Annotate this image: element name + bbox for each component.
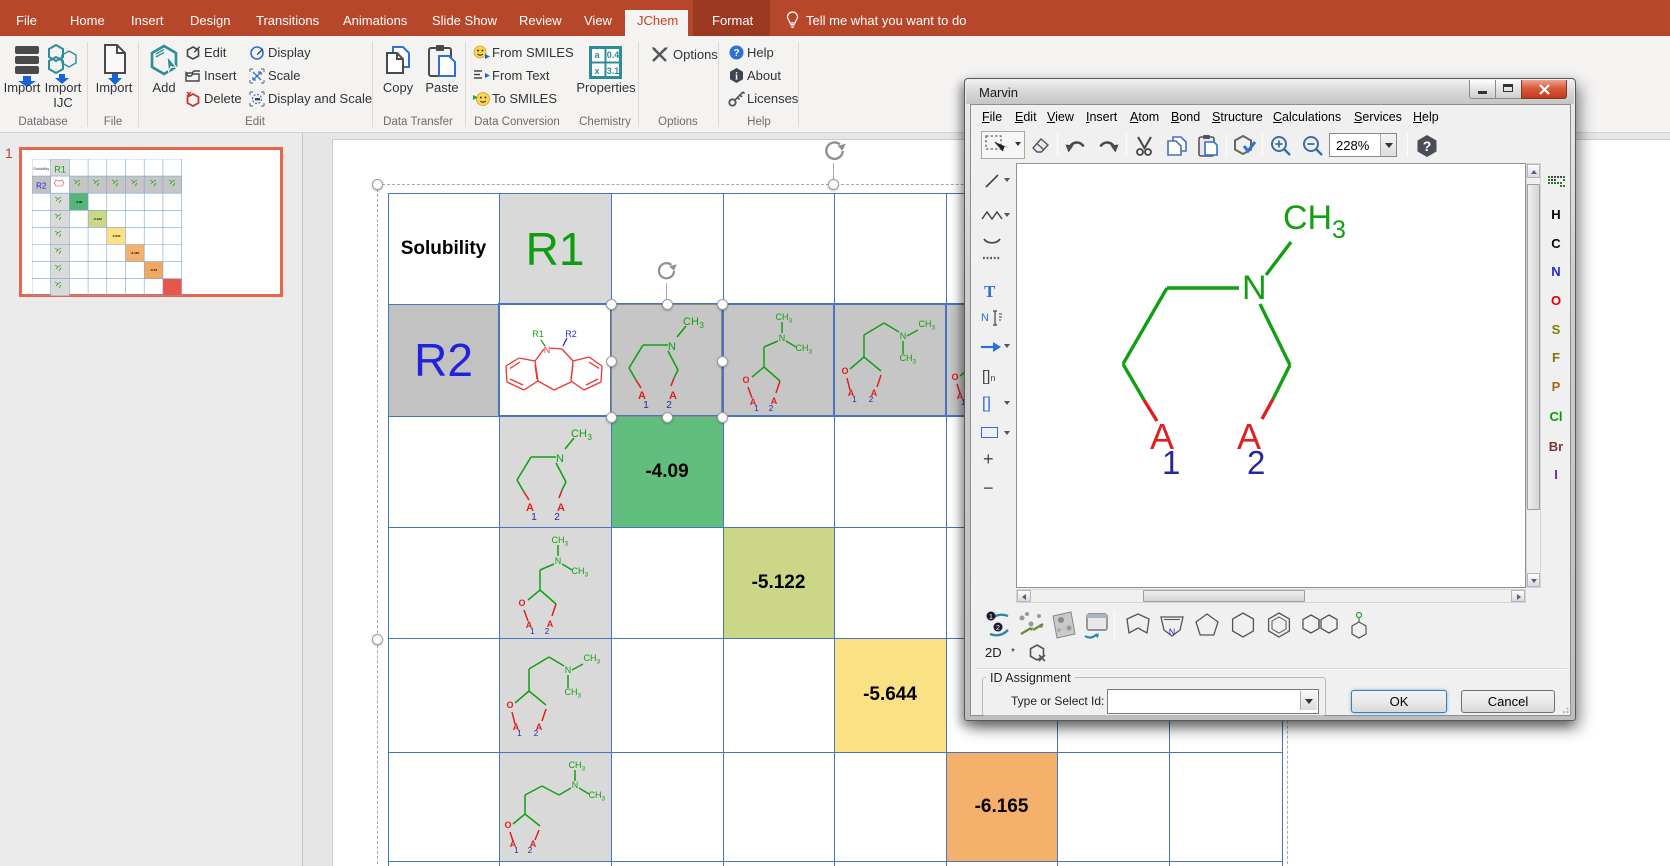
- svg-text:2: 2: [996, 625, 1000, 632]
- svg-text:N: N: [1169, 627, 1176, 637]
- svg-text:2: 2: [1247, 444, 1265, 481]
- svg-text:N: N: [1242, 269, 1267, 307]
- svg-text:3: 3: [1332, 216, 1346, 244]
- svg-text:1: 1: [1162, 444, 1180, 481]
- svg-text:?: ?: [1423, 138, 1432, 154]
- svg-text:CH: CH: [1283, 199, 1332, 237]
- svg-text:1: 1: [989, 614, 993, 621]
